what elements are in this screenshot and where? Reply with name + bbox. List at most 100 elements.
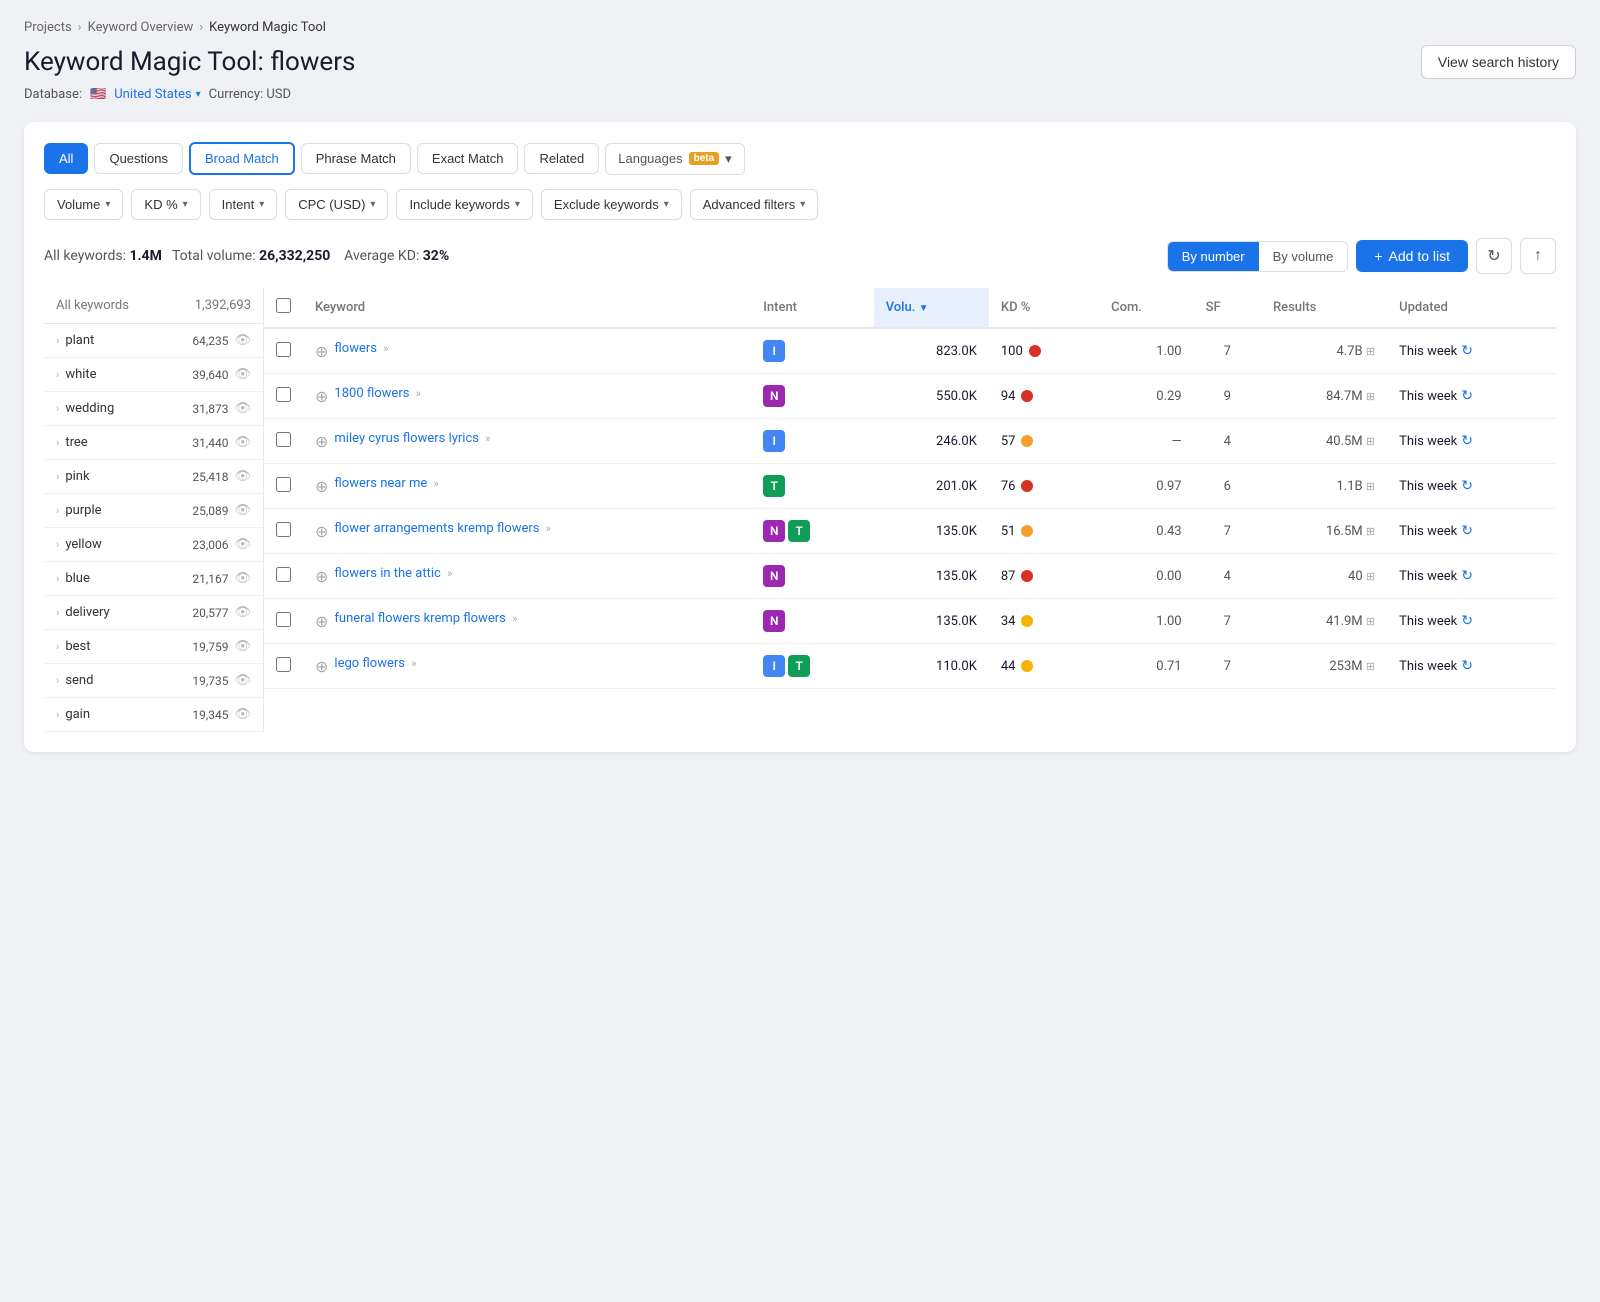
filter-kd[interactable]: KD % ▾	[131, 189, 200, 220]
eye-icon[interactable]: 👁	[234, 707, 251, 722]
keyword-link[interactable]: 1800 flowers	[334, 386, 409, 401]
keyword-link[interactable]: flowers	[334, 341, 377, 356]
sidebar-item-purple[interactable]: › purple 25,089 👁	[44, 494, 263, 528]
export-button[interactable]: ↑	[1520, 238, 1556, 274]
sidebar-item-tree[interactable]: › tree 31,440 👁	[44, 426, 263, 460]
row-checkbox[interactable]	[276, 342, 291, 357]
table-header-row: Keyword Intent Volu. ▼ KD %	[264, 288, 1556, 328]
row-checkbox[interactable]	[276, 432, 291, 447]
keyword-link[interactable]: funeral flowers kremp flowers	[334, 611, 505, 626]
add-keyword-icon[interactable]: ⊕	[315, 387, 328, 406]
filter-volume[interactable]: Volume ▾	[44, 189, 123, 220]
sidebar-item-wedding[interactable]: › wedding 31,873 👁	[44, 392, 263, 426]
tab-phrase-match[interactable]: Phrase Match	[301, 143, 411, 174]
tab-questions[interactable]: Questions	[94, 143, 183, 174]
eye-icon[interactable]: 👁	[234, 333, 251, 348]
tab-broad-match[interactable]: Broad Match	[189, 142, 295, 175]
breadcrumb-current: Keyword Magic Tool	[209, 20, 326, 35]
row-checkbox[interactable]	[276, 477, 291, 492]
add-keyword-icon[interactable]: ⊕	[315, 567, 328, 586]
sidebar-item-plant[interactable]: › plant 64,235 👁	[44, 324, 263, 358]
sidebar-item-best[interactable]: › best 19,759 👁	[44, 630, 263, 664]
refresh-row-icon[interactable]: ↻	[1461, 343, 1473, 359]
eye-icon[interactable]: 👁	[234, 571, 251, 586]
tab-exact-match[interactable]: Exact Match	[417, 143, 519, 174]
refresh-button[interactable]: ↻	[1476, 238, 1512, 274]
action-buttons: By number By volume + Add to list ↻ ↑	[1167, 238, 1556, 274]
volume-cell: 135.0K	[874, 554, 989, 599]
eye-icon[interactable]: 👁	[234, 469, 251, 484]
sort-by-number[interactable]: By number	[1168, 242, 1259, 271]
eye-icon[interactable]: 👁	[234, 435, 251, 450]
sf-cell: 4	[1194, 419, 1261, 464]
refresh-row-icon[interactable]: ↻	[1461, 658, 1473, 674]
sort-by-volume[interactable]: By volume	[1259, 242, 1348, 271]
th-results-label: Results	[1273, 300, 1316, 315]
sidebar-item-blue[interactable]: › blue 21,167 👁	[44, 562, 263, 596]
row-checkbox[interactable]	[276, 387, 291, 402]
add-keyword-icon[interactable]: ⊕	[315, 477, 328, 496]
row-checkbox[interactable]	[276, 522, 291, 537]
add-keyword-icon[interactable]: ⊕	[315, 522, 328, 541]
eye-icon[interactable]: 👁	[234, 367, 251, 382]
add-keyword-icon[interactable]: ⊕	[315, 612, 328, 631]
refresh-row-icon[interactable]: ↻	[1461, 523, 1473, 539]
sidebar-item-send[interactable]: › send 19,735 👁	[44, 664, 263, 698]
sidebar-item-pink[interactable]: › pink 25,418 👁	[44, 460, 263, 494]
refresh-row-icon[interactable]: ↻	[1461, 568, 1473, 584]
filter-cpc[interactable]: CPC (USD) ▾	[285, 189, 388, 220]
eye-icon[interactable]: 👁	[234, 401, 251, 416]
breadcrumb-projects[interactable]: Projects	[24, 20, 72, 35]
results-icon: ⊞	[1366, 570, 1375, 583]
volume-cell: 110.0K	[874, 644, 989, 689]
keyword-link[interactable]: lego flowers	[334, 656, 405, 671]
sidebar-item-delivery[interactable]: › delivery 20,577 👁	[44, 596, 263, 630]
row-checkbox[interactable]	[276, 612, 291, 627]
filter-intent[interactable]: Intent ▾	[209, 189, 278, 220]
sf-cell: 7	[1194, 509, 1261, 554]
filter-exclude[interactable]: Exclude keywords ▾	[541, 189, 682, 220]
refresh-row-icon[interactable]: ↻	[1461, 478, 1473, 494]
eye-icon[interactable]: 👁	[234, 605, 251, 620]
keyword-link[interactable]: flowers in the attic	[334, 566, 440, 581]
kd-dot	[1021, 525, 1033, 537]
add-keyword-icon[interactable]: ⊕	[315, 657, 328, 676]
view-history-button[interactable]: View search history	[1421, 45, 1576, 79]
keyword-cell: ⊕ miley cyrus flowers lyrics »	[303, 419, 751, 464]
add-keyword-icon[interactable]: ⊕	[315, 432, 328, 451]
eye-icon[interactable]: 👁	[234, 673, 251, 688]
tab-all[interactable]: All	[44, 143, 88, 174]
refresh-row-icon[interactable]: ↻	[1461, 388, 1473, 404]
volume-cell: 823.0K	[874, 328, 989, 374]
eye-icon[interactable]: 👁	[234, 639, 251, 654]
keyword-arrows: »	[383, 342, 388, 355]
breadcrumb-keyword-overview[interactable]: Keyword Overview	[88, 20, 194, 35]
kd-cell: 44	[989, 644, 1099, 689]
th-volume[interactable]: Volu. ▼	[874, 288, 989, 328]
add-to-list-button[interactable]: + Add to list	[1356, 240, 1468, 272]
refresh-row-icon[interactable]: ↻	[1461, 433, 1473, 449]
keyword-link[interactable]: miley cyrus flowers lyrics	[334, 431, 479, 446]
select-all-checkbox[interactable]	[276, 298, 291, 313]
sidebar-keyword-name: pink	[65, 469, 89, 484]
database-dropdown[interactable]: United States ▾	[114, 87, 200, 102]
keyword-link[interactable]: flower arrangements kremp flowers	[334, 521, 539, 536]
keyword-link[interactable]: flowers near me	[334, 476, 427, 491]
languages-dropdown[interactable]: Languages beta ▾	[605, 143, 744, 175]
add-keyword-icon[interactable]: ⊕	[315, 342, 328, 361]
tab-related[interactable]: Related	[524, 143, 599, 174]
table-row: ⊕ flower arrangements kremp flowers » N	[264, 509, 1556, 554]
sidebar-item-white[interactable]: › white 39,640 👁	[44, 358, 263, 392]
row-checkbox[interactable]	[276, 657, 291, 672]
sidebar-item-yellow[interactable]: › yellow 23,006 👁	[44, 528, 263, 562]
row-checkbox[interactable]	[276, 567, 291, 582]
kd-value: 87	[1001, 569, 1016, 584]
refresh-row-icon[interactable]: ↻	[1461, 613, 1473, 629]
th-results: Results	[1261, 288, 1387, 328]
eye-icon[interactable]: 👁	[234, 537, 251, 552]
eye-icon[interactable]: 👁	[234, 503, 251, 518]
filter-include[interactable]: Include keywords ▾	[396, 189, 532, 220]
page-title-keyword: flowers	[270, 47, 355, 77]
sidebar-item-gain[interactable]: › gain 19,345 👁	[44, 698, 263, 732]
filter-advanced[interactable]: Advanced filters ▾	[690, 189, 819, 220]
